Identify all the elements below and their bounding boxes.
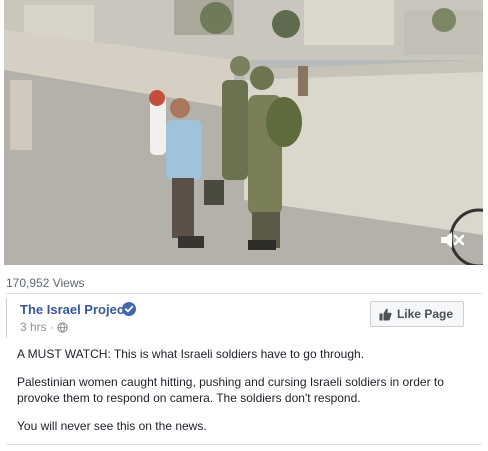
view-count: 170,952 Views [6, 276, 85, 290]
like-page-label: Like Page [396, 307, 453, 321]
post-header: The Israel Project 3 hrs · Like Page [6, 298, 482, 338]
post-timestamp[interactable]: 3 hrs [20, 320, 47, 334]
like-page-button[interactable]: Like Page [369, 301, 464, 327]
thumbs-up-icon [379, 308, 392, 320]
divider [6, 293, 482, 294]
post-text-paragraph-3: You will never see this on the news. [17, 419, 207, 433]
post-text-paragraph-2: Palestinian women caught hitting, pushin… [17, 375, 444, 405]
page-name-link[interactable]: The Israel Project [20, 302, 128, 317]
divider [6, 444, 482, 445]
video-player[interactable] [4, 0, 483, 265]
meta-separator: · [49, 320, 54, 334]
video-frame [4, 0, 483, 265]
post-meta: 3 hrs · [20, 320, 68, 334]
post-text-paragraph-1: A MUST WATCH: This is what Israeli soldi… [17, 347, 365, 361]
globe-icon [57, 321, 68, 333]
verified-badge-icon [122, 302, 136, 316]
speaker-muted-icon[interactable] [439, 229, 465, 251]
